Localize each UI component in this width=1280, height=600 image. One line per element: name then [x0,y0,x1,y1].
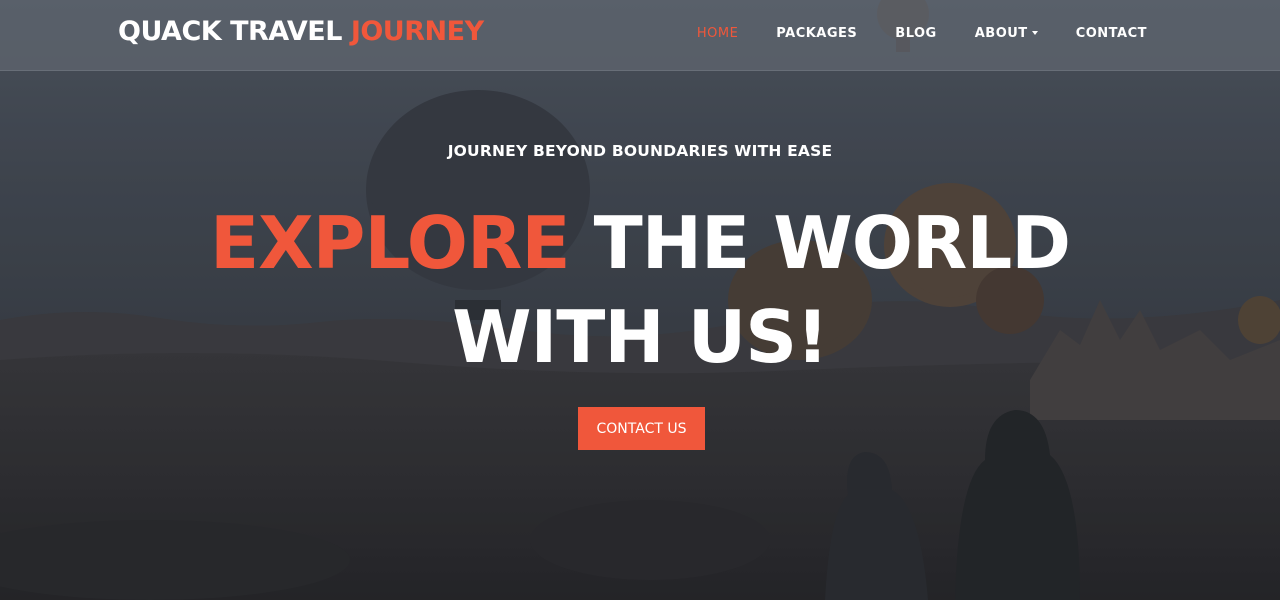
nav-menu: HOME PACKAGES BLOG ABOUT CONTACT [659,0,1147,66]
nav-item-contact[interactable]: CONTACT [1076,26,1147,41]
headline-rest: THE WORLD [593,201,1071,285]
hero-headline: EXPLORE THE WORLD WITH US! [0,196,1280,384]
nav-item-label: PACKAGES [776,25,858,41]
nav-item-blog[interactable]: BLOG [895,26,936,41]
contact-us-button[interactable]: CONTACT US [578,407,705,450]
nav-item-label: BLOG [895,25,937,41]
caret-down-icon [1031,31,1038,35]
headline-accent-word: EXPLORE [209,201,571,285]
brand-name-accent: JOURNEY [350,16,484,47]
hero-section: QUACK TRAVEL JOURNEY HOME PACKAGES BLOG … [0,0,1280,600]
nav-item-label: HOME [696,25,739,41]
nav-item-about[interactable]: ABOUT [975,26,1038,41]
nav-item-label: ABOUT [974,25,1028,41]
hero-tagline: JOURNEY BEYOND BOUNDARIES WITH EASE [447,142,833,160]
navbar: QUACK TRAVEL JOURNEY HOME PACKAGES BLOG … [0,0,1280,71]
nav-item-home[interactable]: HOME [697,26,738,41]
nav-item-packages[interactable]: PACKAGES [776,26,857,41]
nav-item-label: CONTACT [1075,25,1147,41]
brand-logo[interactable]: QUACK TRAVEL JOURNEY [118,14,484,50]
brand-name-primary: QUACK TRAVEL [118,16,342,47]
headline-line-two: WITH US! [452,295,829,379]
